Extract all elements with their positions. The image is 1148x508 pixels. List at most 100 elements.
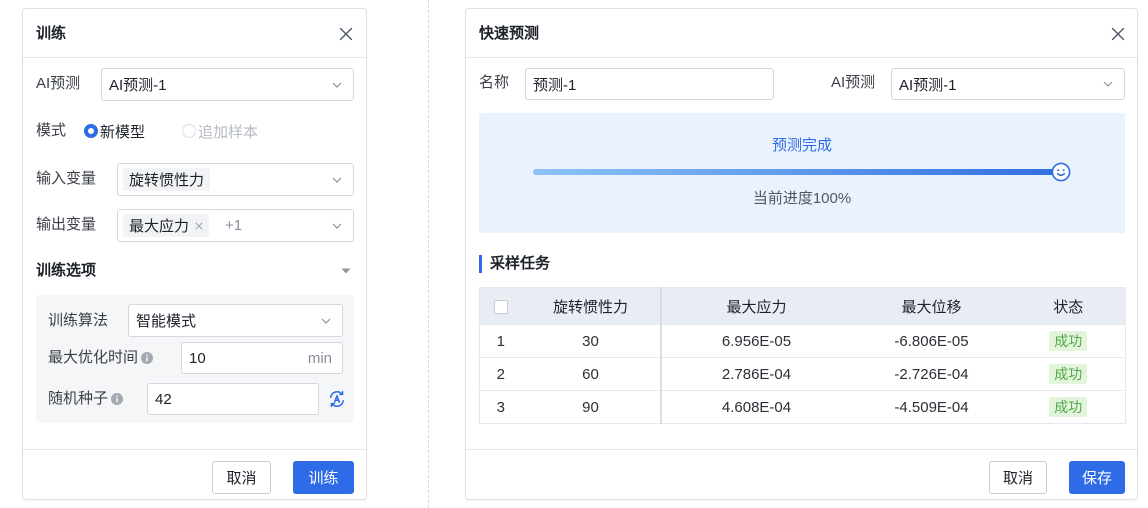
smiley-icon xyxy=(1051,162,1071,182)
column-header-max-displacement: 最大位移 xyxy=(851,287,1012,325)
train-button[interactable]: 训练 xyxy=(293,461,354,494)
max-time-input[interactable]: 10 min xyxy=(181,342,343,374)
name-input[interactable]: 预测-1 xyxy=(525,68,774,100)
ai-predict-value: AI预测-1 xyxy=(109,77,167,94)
input-variable-label: 输入变量 xyxy=(36,170,97,187)
close-button[interactable] xyxy=(1111,27,1125,41)
progress-track xyxy=(533,162,1071,182)
tag-close-icon[interactable] xyxy=(195,221,203,230)
sampling-table: 旋转惯性力 最大应力 最大位移 状态 1 30 6.956E-05 -6.806… xyxy=(479,287,1126,424)
random-seed-value: 42 xyxy=(155,390,172,408)
table-row[interactable]: 1 30 6.956E-05 -6.806E-05 成功 xyxy=(479,324,1126,358)
status-badge: 成功 xyxy=(1049,331,1088,351)
cell-max-displacement: -2.726E-04 xyxy=(851,357,1012,391)
mode-option-append-samples[interactable]: 追加样本 xyxy=(182,120,258,142)
column-header-max-stress: 最大应力 xyxy=(660,287,852,325)
status-badge: 成功 xyxy=(1049,397,1088,417)
cell-max-stress: 6.956E-05 xyxy=(660,324,852,358)
cell-max-stress: 2.786E-04 xyxy=(660,357,852,391)
caret-down-icon[interactable] xyxy=(341,268,351,274)
ai-predict-select[interactable]: AI预测-1 xyxy=(101,68,354,101)
select-all-checkbox[interactable] xyxy=(493,299,508,314)
algorithm-value: 智能模式 xyxy=(136,313,197,330)
cell-rotation-inertia: 30 xyxy=(521,324,662,358)
save-button[interactable]: 保存 xyxy=(1069,461,1125,494)
dialog-title: 快速预测 xyxy=(479,25,540,42)
mode-label: 模式 xyxy=(36,122,67,139)
ai-predict-label: AI预测 xyxy=(36,75,81,92)
info-icon[interactable] xyxy=(111,393,124,405)
random-seed-input[interactable]: 42 xyxy=(147,383,319,415)
row-index: 2 xyxy=(479,357,522,391)
panel-separator xyxy=(428,0,429,508)
table-row[interactable]: 3 90 4.608E-04 -4.509E-04 成功 xyxy=(479,390,1126,424)
mode-option-label: 追加样本 xyxy=(198,123,259,141)
max-time-value: 10 xyxy=(189,349,206,367)
cell-rotation-inertia: 90 xyxy=(521,390,662,424)
output-variable-select[interactable]: 最大应力 +1 xyxy=(117,209,354,242)
algorithm-select[interactable]: 智能模式 xyxy=(128,304,343,337)
max-time-label-text: 最大优化时间 xyxy=(48,349,139,366)
training-options-panel: 训练算法 智能模式 最大优化时间 10 min 随机种子 42 xyxy=(36,295,354,423)
column-header-rotation-inertia: 旋转惯性力 xyxy=(521,287,662,325)
name-value: 预测-1 xyxy=(533,76,577,94)
output-variable-tag: 最大应力 xyxy=(123,214,210,237)
row-index: 1 xyxy=(479,324,522,358)
output-variable-tag-label: 最大应力 xyxy=(129,218,190,235)
algorithm-label: 训练算法 xyxy=(48,312,109,329)
random-seed-label-text: 随机种子 xyxy=(48,390,109,407)
cell-max-stress: 4.608E-04 xyxy=(660,390,852,424)
close-icon xyxy=(339,27,353,41)
footer-divider xyxy=(23,449,366,450)
header-divider xyxy=(23,57,366,58)
table-header-row: 旋转惯性力 最大应力 最大位移 状态 xyxy=(479,287,1126,325)
progress-fill xyxy=(533,169,1061,175)
random-seed-label: 随机种子 xyxy=(48,388,124,410)
output-variable-label: 输出变量 xyxy=(36,216,97,233)
input-variable-tags: 旋转惯性力 xyxy=(123,164,211,195)
cell-rotation-inertia: 60 xyxy=(521,357,662,391)
chevron-down-icon xyxy=(332,223,342,229)
cell-status: 成功 xyxy=(1011,390,1126,424)
input-variable-tag: 旋转惯性力 xyxy=(123,168,211,191)
train-dialog: 训练 AI预测 AI预测-1 模式 新模型 追加样本 输入变量 旋转惯性力 输出… xyxy=(22,8,367,500)
quick-predict-dialog: 快速预测 名称 预测-1 AI预测 AI预测-1 预测完成 当前进度100% 采… xyxy=(465,8,1138,500)
progress-text: 当前进度100% xyxy=(752,190,852,207)
close-button[interactable] xyxy=(339,27,353,41)
chevron-down-icon xyxy=(321,318,331,324)
input-variable-select[interactable]: 旋转惯性力 xyxy=(117,163,354,196)
section-accent-bar xyxy=(479,255,482,273)
chevron-down-icon xyxy=(1103,81,1113,87)
chevron-down-icon xyxy=(332,82,342,88)
row-index: 3 xyxy=(479,390,522,424)
status-badge: 成功 xyxy=(1049,364,1088,384)
mode-option-label: 新模型 xyxy=(100,123,146,141)
training-options-title: 训练选项 xyxy=(36,262,97,279)
max-time-unit: min xyxy=(307,349,332,367)
dialog-title: 训练 xyxy=(36,25,67,42)
info-icon[interactable] xyxy=(141,352,154,364)
chevron-down-icon xyxy=(332,177,342,183)
ai-predict-select[interactable]: AI预测-1 xyxy=(891,68,1125,100)
radio-button[interactable] xyxy=(182,124,196,138)
progress-status: 预测完成 xyxy=(771,137,832,154)
cell-status: 成功 xyxy=(1011,357,1126,391)
mode-option-new-model[interactable]: 新模型 xyxy=(84,120,145,142)
footer-divider xyxy=(466,449,1137,450)
cell-status: 成功 xyxy=(1011,324,1126,358)
radio-button[interactable] xyxy=(84,124,98,138)
name-label: 名称 xyxy=(479,74,510,91)
cancel-button[interactable]: 取消 xyxy=(212,461,271,494)
select-column-header xyxy=(479,287,522,325)
progress-panel: 预测完成 当前进度100% xyxy=(479,113,1125,233)
ai-predict-value: AI预测-1 xyxy=(899,76,957,94)
close-icon xyxy=(1111,27,1125,41)
cancel-button[interactable]: 取消 xyxy=(989,461,1047,494)
max-time-label: 最大优化时间 xyxy=(48,347,154,369)
regenerate-seed-button[interactable] xyxy=(328,390,346,408)
ai-predict-label: AI预测 xyxy=(831,74,876,91)
output-variable-tags: 最大应力 +1 xyxy=(123,210,242,241)
cell-max-displacement: -4.509E-04 xyxy=(851,390,1012,424)
table-row[interactable]: 2 60 2.786E-04 -2.726E-04 成功 xyxy=(479,357,1126,391)
regenerate-seed-icon xyxy=(330,390,344,408)
